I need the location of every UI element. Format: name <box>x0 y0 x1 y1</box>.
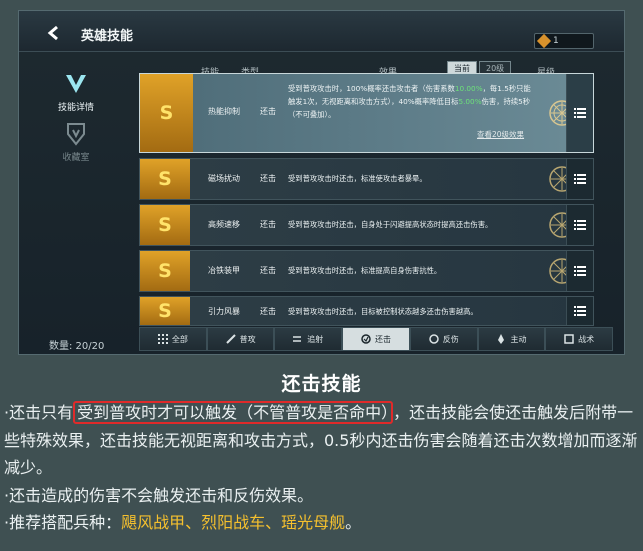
list-icon <box>574 306 586 316</box>
page-title: 英雄技能 <box>81 29 134 44</box>
view-level-20-effect-link[interactable]: 查看20级效果 <box>477 129 524 140</box>
tab-label: 主动 <box>510 334 527 344</box>
grade-badge: S <box>140 159 190 199</box>
skill-name: 引力风暴 <box>208 307 240 316</box>
list-icon <box>574 108 586 118</box>
skill-type: 还击 <box>260 266 276 275</box>
grade-badge: S <box>140 297 190 325</box>
sidebar-item-skill-details[interactable]: 技能详情 <box>37 71 115 113</box>
tab-active-skill[interactable]: 主动 <box>477 327 546 351</box>
skill-type: 还击 <box>260 107 276 116</box>
tactic-icon <box>564 334 574 344</box>
row-menu-button[interactable] <box>566 205 593 245</box>
skill-row[interactable]: S 磁场扰动 还击 受到普攻攻击时还击，标准使攻击者暴晕。 <box>139 158 594 200</box>
tab-label: 反伤 <box>442 334 459 344</box>
skill-type: 还击 <box>260 220 276 229</box>
tab-counter[interactable]: 还击 <box>342 327 410 351</box>
trophy-icon <box>63 121 89 147</box>
skill-row[interactable]: S 冶铁装甲 还击 受到普攻攻击时还击，标准提高自身伤害抗性。 <box>139 250 594 292</box>
row-menu-button[interactable] <box>566 74 593 152</box>
sidebar: 技能详情 收藏室 <box>37 56 115 326</box>
skill-type: 还击 <box>260 307 276 316</box>
currency-box: 1 <box>534 33 594 49</box>
list-icon <box>574 220 586 230</box>
shield-reflect-icon <box>428 334 439 344</box>
grid-icon <box>157 334 168 344</box>
skill-row[interactable]: S 引力风暴 还击 受到普攻攻击时还击，目标被控制状态越多还击伤害越高。 <box>139 296 594 326</box>
skill-type: 还击 <box>260 174 276 183</box>
list-icon <box>574 174 586 184</box>
v-emblem-icon <box>63 71 89 97</box>
chevron-left-icon <box>47 25 58 41</box>
highlighted-condition: 受到普攻时才可以触发（不管普攻是否命中） <box>73 401 394 424</box>
tab-label: 普攻 <box>239 334 256 344</box>
skill-description: 受到普攻攻击时还击，自身处于闪避提高状态时提高还击伤害。 <box>288 220 493 229</box>
tab-label: 全部 <box>171 334 188 344</box>
sidebar-item-label: 收藏室 <box>62 153 90 163</box>
paragraph-no-chain: ·还击造成的伤害不会触发还击和反伤效果。 <box>4 485 314 505</box>
skill-description: 受到普攻攻击时还击，目标被控制状态越多还击伤害越高。 <box>288 307 478 316</box>
skill-description: 受到普攻攻击时还击，标准提高自身伤害抗性。 <box>288 266 442 275</box>
skill-row[interactable]: S 热能抑制 还击 受到普攻攻击时，100%概率还击攻击者（伤害系数10.00%… <box>139 73 594 153</box>
row-menu-button[interactable] <box>566 297 593 325</box>
top-bar: 英雄技能 1 <box>19 11 624 52</box>
grade-badge: S <box>140 74 193 152</box>
grade-badge: S <box>140 205 190 245</box>
skill-name: 热能抑制 <box>208 107 240 116</box>
list-icon <box>574 266 586 276</box>
tab-label: 还击 <box>375 334 392 344</box>
tab-all[interactable]: 全部 <box>139 327 207 351</box>
currency-value: 1 <box>553 36 559 46</box>
skill-name: 高频速移 <box>208 220 240 229</box>
flame-icon <box>496 334 506 344</box>
skill-description: 受到普攻攻击时，100%概率还击攻击者（伤害系数10.00%，每1.5秒只能触发… <box>288 84 531 119</box>
game-screenshot: 英雄技能 1 技能详情 收藏室 数量: 20/20 技能 类型 效果 当前 20… <box>18 10 625 355</box>
paragraph-recommend: ·推荐搭配兵种：飓风战甲、烈阳战车、瑶光母舰。 <box>4 513 362 532</box>
sidebar-item-collection[interactable]: 收藏室 <box>37 121 115 163</box>
skill-name: 冶铁装甲 <box>208 266 240 275</box>
row-menu-button[interactable] <box>566 159 593 199</box>
tab-chase[interactable]: 追射 <box>274 327 343 351</box>
recommended-units: 飓风战甲、烈阳战车、瑶光母舰 <box>121 513 346 532</box>
tab-normal-attack[interactable]: 普攻 <box>206 327 275 351</box>
tab-label: 追射 <box>307 334 324 344</box>
sword-icon <box>225 334 236 344</box>
arrows-icon <box>293 334 303 344</box>
row-menu-button[interactable] <box>566 251 593 291</box>
tab-tactic[interactable]: 战术 <box>545 327 614 351</box>
sidebar-item-label: 技能详情 <box>57 103 94 113</box>
tab-label: 战术 <box>578 334 595 344</box>
counter-icon <box>361 334 371 344</box>
back-button[interactable] <box>41 23 67 43</box>
currency-icon <box>536 33 552 49</box>
skill-count: 数量: 20/20 <box>49 341 105 352</box>
grade-badge: S <box>140 251 190 291</box>
skill-name: 磁场扰动 <box>208 174 240 183</box>
skill-row[interactable]: S 高频速移 还击 受到普攻攻击时还击，自身处于闪避提高状态时提高还击伤害。 <box>139 204 594 246</box>
article-body: ·还击只有 受到普攻时才可以触发（不管普攻是否命中） ，还击技能会使还击触发后附带一… <box>4 399 640 537</box>
skill-filter-tabs: 全部 普攻 追射 还击 反伤 主动 战术 <box>139 327 614 351</box>
paragraph-trigger: ·还击只有 受到普攻时才可以触发（不管普攻是否命中） ，还击技能会使还击触发后附带一… <box>4 401 638 477</box>
tab-reflect[interactable]: 反伤 <box>409 327 478 351</box>
article-heading: 还击技能 <box>281 373 362 395</box>
skill-description: 受到普攻攻击时还击，标准使攻击者暴晕。 <box>288 174 427 183</box>
